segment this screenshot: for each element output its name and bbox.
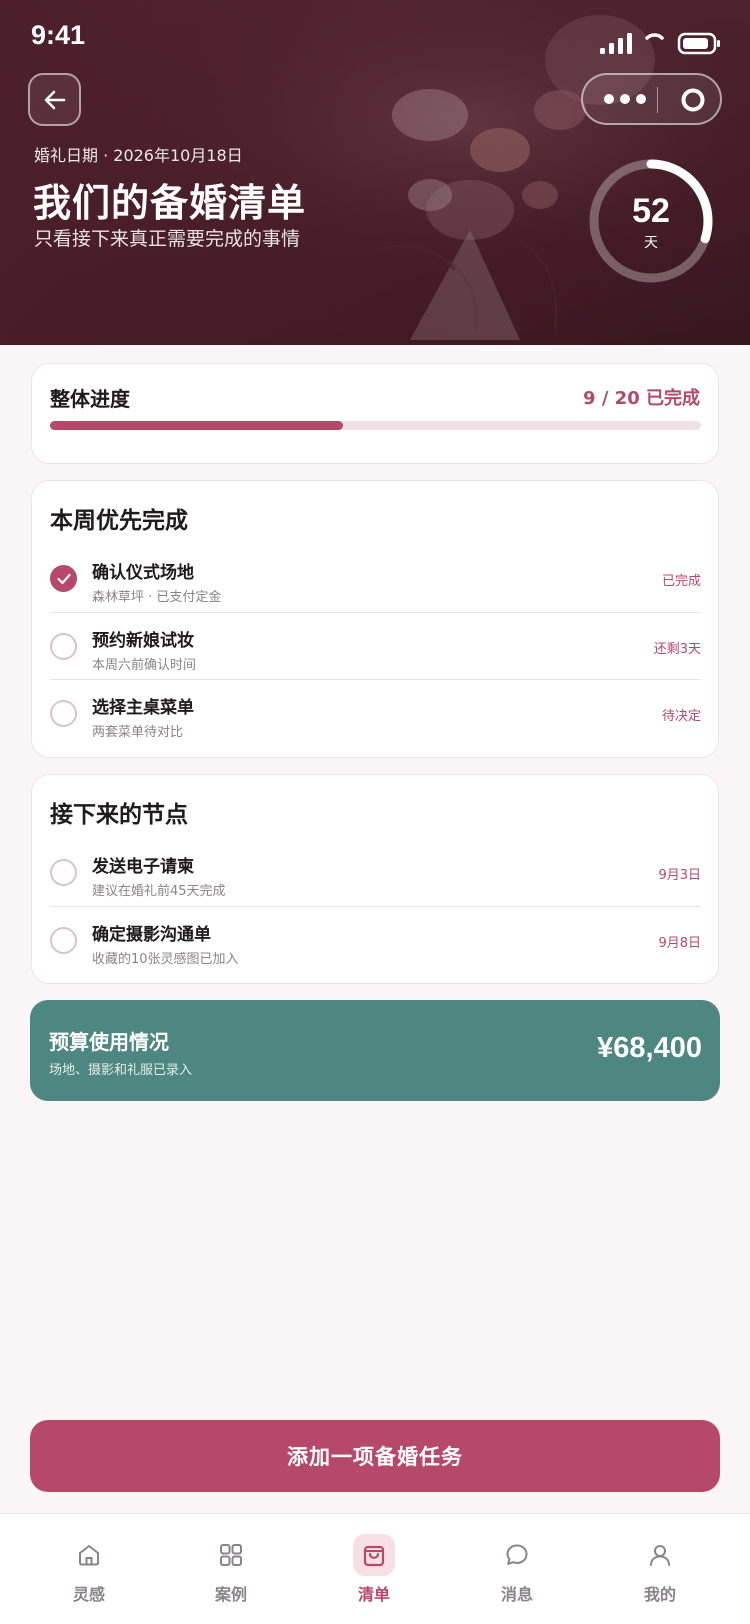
- task-subtitle: 收藏的10张灵感图已加入: [92, 952, 239, 967]
- signal-icon: [600, 33, 632, 54]
- tab-label: 消息: [500, 1585, 533, 1604]
- tab-label: 案例: [214, 1585, 247, 1604]
- task-checkbox[interactable]: [50, 700, 77, 727]
- tab-label: 我的: [643, 1585, 676, 1604]
- task-checkbox[interactable]: [50, 859, 77, 886]
- budget-amount: ¥68,400: [597, 1032, 702, 1064]
- progress-bar: [50, 421, 701, 430]
- section-title: 接下来的节点: [50, 802, 188, 828]
- days-countdown: 52 天: [586, 156, 716, 286]
- countdown-days-unit: 天: [644, 235, 658, 251]
- tab-label: 灵感: [72, 1585, 105, 1604]
- task-item[interactable]: 预约新娘试妆 本周六前确认时间 还剩3天: [50, 612, 701, 678]
- tab-messages[interactable]: 消息: [446, 1514, 588, 1624]
- task-date: 9月8日: [658, 936, 701, 951]
- grid-icon: [220, 1544, 242, 1566]
- battery-icon: [677, 32, 720, 55]
- task-title: 预约新娘试妆: [92, 631, 194, 651]
- tab-cases[interactable]: 案例: [160, 1514, 302, 1624]
- page-subtitle: 只看接下来真正需要完成的事情: [34, 228, 301, 250]
- task-subtitle: 本周六前确认时间: [92, 658, 197, 673]
- section-title: 本周优先完成: [50, 508, 188, 534]
- task-checkbox[interactable]: [50, 927, 77, 954]
- task-date: 9月3日: [658, 868, 701, 883]
- upcoming-milestones-card: 接下来的节点 发送电子请柬 建议在婚礼前45天完成 9月3日 确定摄影沟通单 收…: [31, 774, 719, 984]
- progress-label: 整体进度: [50, 387, 130, 411]
- progress-bar-fill: [50, 421, 343, 430]
- task-item[interactable]: 选择主桌菜单 两套菜单待对比 待决定: [50, 679, 701, 745]
- task-subtitle: 建议在婚礼前45天完成: [92, 884, 226, 899]
- shopping-bag-icon: [363, 1545, 385, 1567]
- bottom-tab-bar: 灵感 案例 清单 消息 我的: [0, 1513, 750, 1624]
- task-title: 确定摄影沟通单: [92, 925, 211, 945]
- task-title: 选择主桌菜单: [92, 698, 194, 718]
- chat-bubble-icon: [506, 1544, 528, 1565]
- add-task-button[interactable]: 添加一项备婚任务: [30, 1420, 720, 1492]
- task-status: 待决定: [661, 709, 701, 724]
- hero-banner: 9:41 婚礼日期 · 2026年10月18日 我们的备婚清单 只看接下来真正需…: [0, 0, 750, 345]
- tab-label: 清单: [357, 1585, 390, 1604]
- progress-count: 9 / 20 已完成: [583, 388, 700, 409]
- home-icon: [79, 1545, 99, 1566]
- budget-subtitle: 场地、摄影和礼服已录入: [49, 1063, 193, 1078]
- wifi-icon: [645, 33, 664, 40]
- budget-summary-card[interactable]: 预算使用情况 场地、摄影和礼服已录入 ¥68,400: [30, 1000, 720, 1101]
- status-bar-icons: [600, 32, 720, 55]
- countdown-days-value: 52: [632, 192, 670, 230]
- task-checkbox[interactable]: [50, 633, 77, 660]
- task-subtitle: 两套菜单待对比: [92, 725, 184, 740]
- task-title: 发送电子请柬: [92, 857, 194, 877]
- back-button[interactable]: [28, 73, 81, 126]
- milestone-item[interactable]: 发送电子请柬 建议在婚礼前45天完成 9月3日: [50, 839, 701, 905]
- task-status: 已完成: [661, 574, 701, 589]
- budget-title: 预算使用情况: [49, 1030, 169, 1054]
- close-mini-program-icon[interactable]: [679, 86, 707, 114]
- task-subtitle: 森林草坪 · 已支付定金: [92, 590, 222, 605]
- page-title: 我们的备婚清单: [33, 181, 307, 225]
- arrow-left-icon: [44, 90, 65, 109]
- tab-inspiration[interactable]: 灵感: [18, 1514, 160, 1624]
- status-bar-time: 9:41: [31, 20, 86, 50]
- user-icon: [650, 1545, 670, 1566]
- milestone-item[interactable]: 确定摄影沟通单 收藏的10张灵感图已加入 9月8日: [50, 906, 701, 972]
- task-title: 确认仪式场地: [92, 563, 194, 583]
- task-status: 还剩3天: [653, 642, 701, 657]
- capsule-divider: [657, 87, 658, 113]
- mini-program-capsule: [581, 73, 722, 125]
- overall-progress-card: 整体进度 9 / 20 已完成: [31, 363, 719, 464]
- task-checkbox[interactable]: [50, 565, 77, 592]
- task-item[interactable]: 确认仪式场地 森林草坪 · 已支付定金 已完成: [50, 545, 701, 611]
- tab-profile[interactable]: 我的: [589, 1514, 731, 1624]
- tab-checklist[interactable]: 清单: [303, 1514, 445, 1624]
- checkmark-icon: [57, 573, 71, 585]
- week-priorities-card: 本周优先完成 确认仪式场地 森林草坪 · 已支付定金 已完成 预约新娘试妆 本周…: [31, 480, 719, 758]
- wedding-date: 婚礼日期 · 2026年10月18日: [34, 146, 243, 165]
- more-icon[interactable]: [603, 89, 647, 109]
